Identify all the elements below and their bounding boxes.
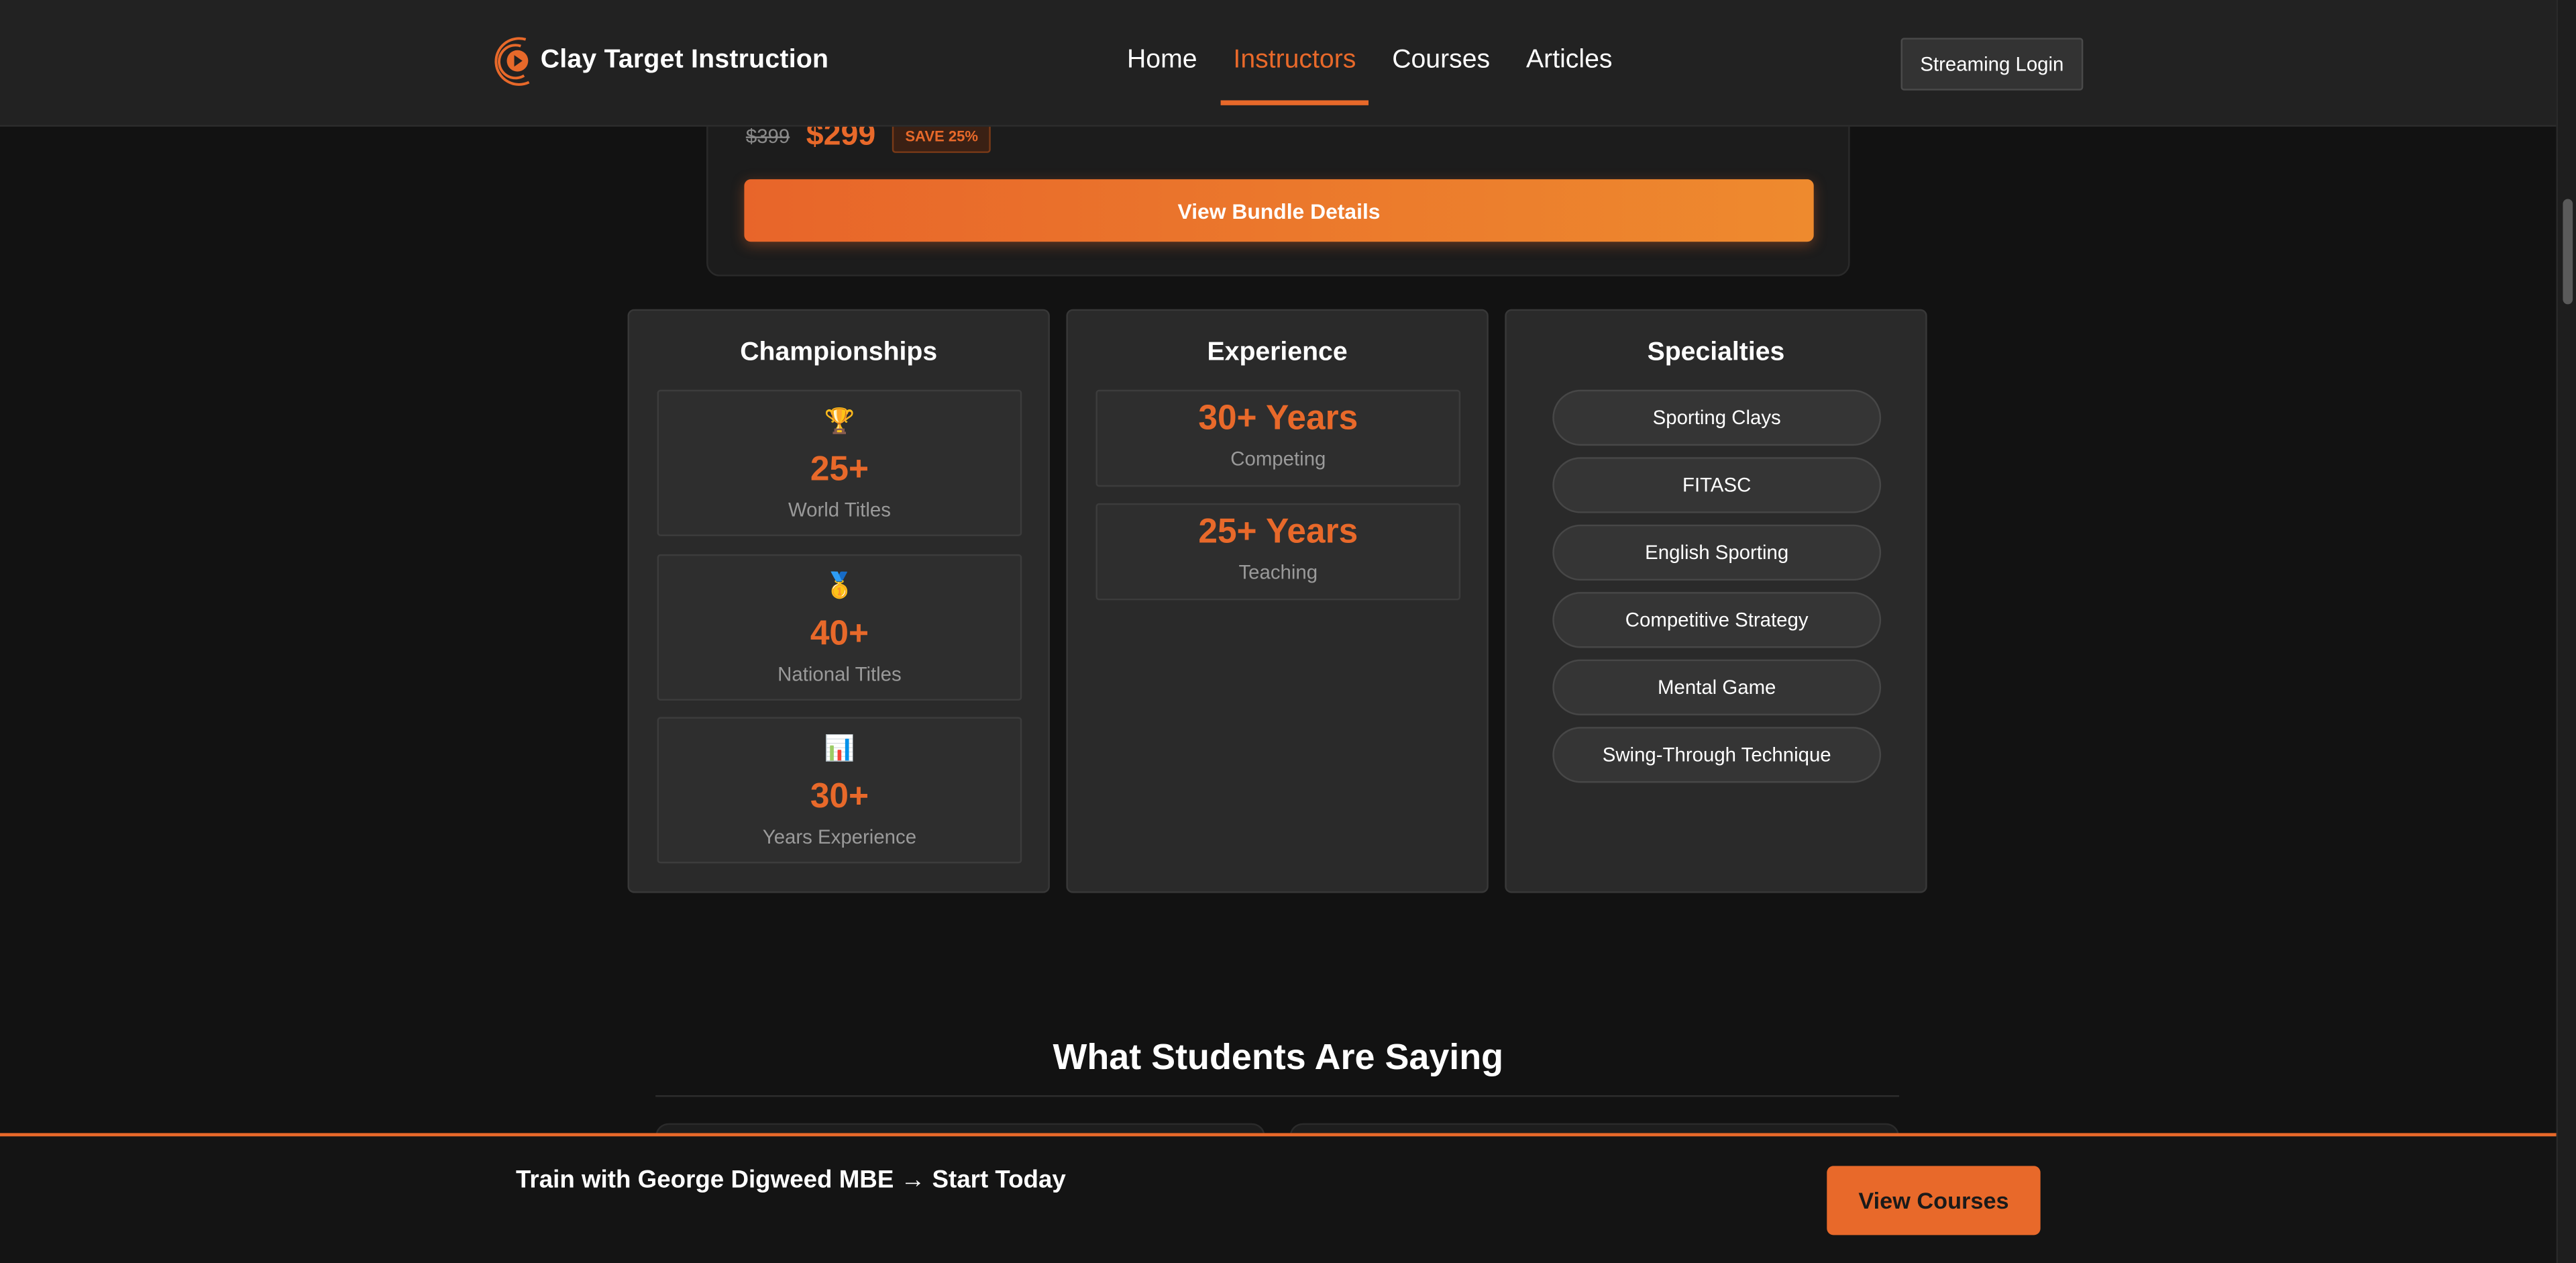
stat-value: 40+ <box>810 615 869 653</box>
cta-text: Train with George Digweed MBE → Start To… <box>515 1166 1066 1195</box>
stat-label: National Titles <box>777 662 902 686</box>
sticky-cta-bar: Train with George Digweed MBE → Start To… <box>0 1133 2557 1263</box>
trophy-icon: 🏆 <box>824 407 855 436</box>
play-logo-icon <box>490 33 539 89</box>
scrollbar[interactable] <box>2556 0 2576 1263</box>
medal-icon: 🥇 <box>824 572 855 601</box>
specialty-tag[interactable]: English Sporting <box>1552 524 1882 581</box>
specialty-tag[interactable]: Mental Game <box>1552 659 1882 715</box>
view-courses-button[interactable]: View Courses <box>1827 1166 2041 1235</box>
experience-value: 25+ Years <box>1198 513 1358 551</box>
nav-articles[interactable]: Articles <box>1526 46 1612 105</box>
page: Clay Target Instruction Home Instructors… <box>0 0 2576 1263</box>
stat-label: World Titles <box>788 498 891 521</box>
specialty-tag[interactable]: Competitive Strategy <box>1552 592 1882 648</box>
specialty-tag[interactable]: Sporting Clays <box>1552 389 1882 446</box>
stat-card: 🏆 25+ World Titles <box>657 389 1022 536</box>
stat-card: 📊 30+ Years Experience <box>657 717 1022 864</box>
experience-panel: Experience 30+ Years Competing 25+ Years… <box>1066 309 1489 893</box>
stat-value: 25+ <box>810 450 869 489</box>
championships-panel: Championships 🏆 25+ World Titles 🥇 40+ N… <box>627 309 1050 893</box>
scrollbar-thumb[interactable] <box>2563 199 2573 305</box>
view-bundle-details-button[interactable]: View Bundle Details <box>744 179 1814 242</box>
specialties-panel: Specialties Sporting Clays FITASC Englis… <box>1505 309 1927 893</box>
nav-courses[interactable]: Courses <box>1392 46 1490 105</box>
testimonials-heading: What Students Are Saying <box>1053 1035 1504 1078</box>
streaming-login-button[interactable]: Streaming Login <box>1900 38 2084 91</box>
specialty-tag[interactable]: FITASC <box>1552 457 1882 513</box>
stat-card: 🥇 40+ National Titles <box>657 554 1022 701</box>
experience-label: Teaching <box>1238 560 1318 584</box>
panel-title: Specialties <box>1647 338 1785 367</box>
main-nav: Home Instructors Courses Articles <box>1127 46 1648 105</box>
specialty-tag[interactable]: Swing-Through Technique <box>1552 727 1882 783</box>
experience-card: 25+ Years Teaching <box>1095 503 1461 601</box>
bar-chart-icon: 📊 <box>824 735 855 764</box>
panel-title: Experience <box>1207 338 1348 367</box>
stat-value: 30+ <box>810 778 869 816</box>
old-price: $399 <box>745 125 790 148</box>
brand-name: Clay Target Instruction <box>540 46 829 74</box>
experience-value: 30+ Years <box>1198 399 1358 438</box>
stat-label: Years Experience <box>762 825 917 849</box>
panel-title: Championships <box>740 338 938 367</box>
nav-instructors[interactable]: Instructors <box>1220 46 1369 105</box>
experience-card: 30+ Years Competing <box>1095 389 1461 487</box>
section-divider <box>655 1095 1900 1097</box>
nav-home[interactable]: Home <box>1127 46 1197 105</box>
site-header: Clay Target Instruction Home Instructors… <box>0 0 2557 127</box>
logo[interactable]: Clay Target Instruction <box>490 33 828 89</box>
experience-label: Competing <box>1230 447 1326 470</box>
